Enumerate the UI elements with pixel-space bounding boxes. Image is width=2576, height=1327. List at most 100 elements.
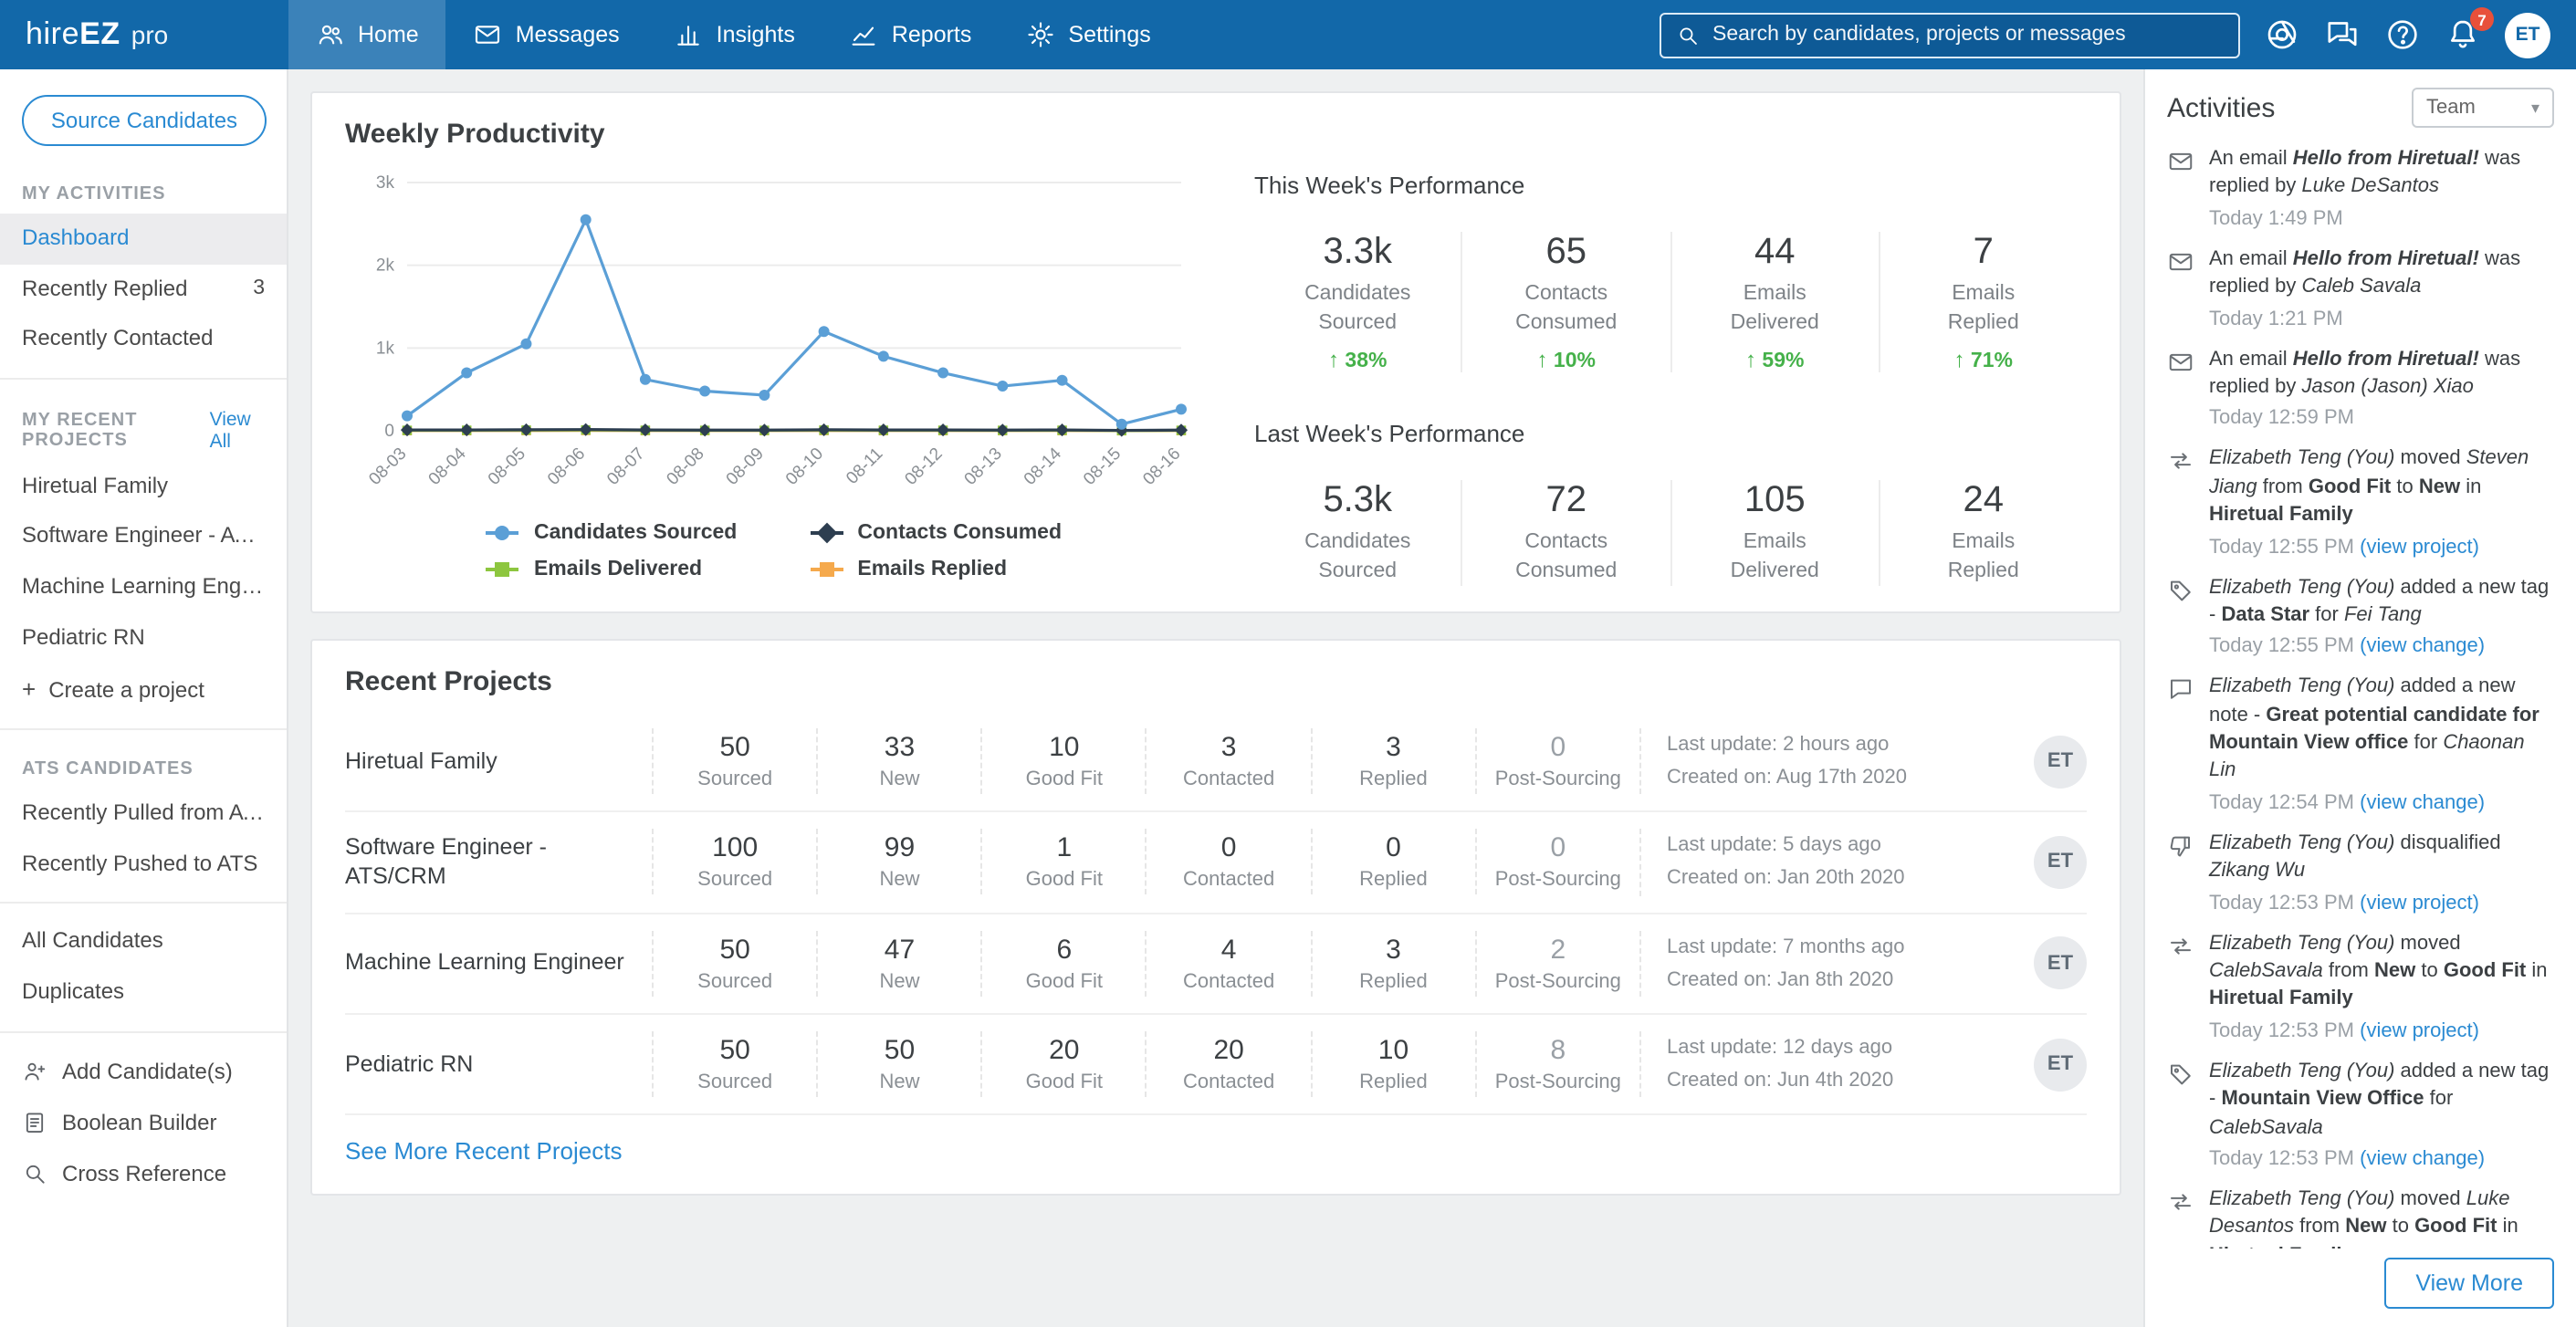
browser-extension-icon[interactable] <box>2264 16 2300 53</box>
stat-value: 50 <box>661 935 809 966</box>
view-more-button[interactable]: View More <box>2384 1258 2554 1309</box>
sidebar-project-pediatric-rn[interactable]: Pediatric RN <box>0 612 287 663</box>
project-name[interactable]: Hiretual Family <box>345 747 652 778</box>
nav-item-home[interactable]: Home <box>288 0 446 69</box>
boolean-builder-button[interactable]: Boolean Builder <box>0 1096 287 1147</box>
project-stat-contacted: 3Contacted <box>1146 728 1310 794</box>
legend-emails-delivered[interactable]: Emails Delivered <box>487 559 737 580</box>
nav-item-reports[interactable]: Reports <box>822 0 1000 69</box>
sidebar-item-all-candidates[interactable]: All Candidates <box>0 917 287 967</box>
project-stat-good-fit: 10Good Fit <box>981 728 1146 794</box>
stat-value: 5.3k <box>1254 480 1461 522</box>
stat-label: New <box>825 870 973 892</box>
sidebar-project-hiretual-family[interactable]: Hiretual Family <box>0 462 287 512</box>
search-input[interactable] <box>1712 24 2224 46</box>
project-name[interactable]: Machine Learning Engineer <box>345 948 652 979</box>
sidebar-item-recently-pushed-to-ats[interactable]: Recently Pushed to ATS <box>0 840 287 890</box>
project-row-machine-learning-engineer[interactable]: Machine Learning Engineer50Sourced47New6… <box>345 914 2087 1015</box>
activity-text: Elizabeth Teng (You) moved Steven Jiang … <box>2209 446 2554 530</box>
notifications-button[interactable]: 7 <box>2445 16 2481 53</box>
last-update: Last update: 2 hours ago <box>1667 728 2014 761</box>
stat-label: ContactsConsumed <box>1463 281 1670 338</box>
stat-label: EmailsReplied <box>1880 529 2088 586</box>
activities-list: An email Hello from Hiretual! was replie… <box>2167 146 2554 1249</box>
svg-text:08-13: 08-13 <box>961 444 1006 489</box>
create-project-button[interactable]: + Create a project <box>0 663 287 716</box>
project-row-pediatric-rn[interactable]: Pediatric RN50Sourced50New20Good Fit20Co… <box>345 1015 2087 1116</box>
project-owner-avatar[interactable]: ET <box>2034 836 2087 889</box>
candidate-links: All CandidatesDuplicates <box>0 917 287 1018</box>
activity-item: Elizabeth Teng (You) added a new tag - M… <box>2167 1059 2554 1170</box>
project-name[interactable]: Pediatric RN <box>345 1049 652 1080</box>
move-icon <box>2167 448 2194 475</box>
legend-emails-replied[interactable]: Emails Replied <box>810 559 1062 580</box>
stat-value: 47 <box>825 935 973 966</box>
project-owner-avatar[interactable]: ET <box>2034 735 2087 788</box>
move-icon <box>2167 932 2194 959</box>
chat-icon[interactable] <box>2324 16 2361 53</box>
stat-value: 0 <box>1484 833 1632 864</box>
help-icon[interactable] <box>2384 16 2421 53</box>
sidebar-item-recently-contacted[interactable]: Recently Contacted <box>0 314 287 364</box>
sidebar-item-label: Dashboard <box>22 225 129 253</box>
stat-value: 7 <box>1880 232 2088 274</box>
logo-text: hire <box>26 16 79 53</box>
project-owner-avatar[interactable]: ET <box>2034 1038 2087 1091</box>
sidebar-project-machine-learning-engineer[interactable]: Machine Learning Engineer <box>0 562 287 612</box>
last-update: Last update: 12 days ago <box>1667 1031 2014 1064</box>
nav-item-insights[interactable]: Insights <box>647 0 822 69</box>
cross-reference-button[interactable]: Cross Reference <box>0 1147 287 1198</box>
activity-text: Elizabeth Teng (You) moved Luke Desantos… <box>2209 1186 2554 1249</box>
activity-link[interactable]: (view project) <box>2360 536 2479 558</box>
sidebar-item-recently-pulled-from-ats[interactable]: Recently Pulled from ATS <box>0 789 287 839</box>
legend-contacts-consumed[interactable]: Contacts Consumed <box>810 522 1062 544</box>
see-more-recent-projects-link[interactable]: See More Recent Projects <box>345 1137 622 1165</box>
activity-link[interactable]: (view project) <box>2360 892 2479 914</box>
nav-item-settings[interactable]: Settings <box>999 0 1178 69</box>
project-row-software-engineer-ats-crm[interactable]: Software Engineer - ATS/CRM100Sourced99N… <box>345 813 2087 914</box>
tool-label: Add Candidate(s) <box>62 1058 233 1083</box>
stat-label: Contacted <box>1155 1071 1303 1093</box>
stat-label: Post-Sourcing <box>1484 971 1632 993</box>
sidebar-item-duplicates[interactable]: Duplicates <box>0 967 287 1018</box>
activity-link[interactable]: (view change) <box>2360 792 2485 814</box>
team-filter-select[interactable]: Team ▾ <box>2412 88 2554 128</box>
activity-link[interactable]: (view change) <box>2360 1148 2485 1170</box>
global-search[interactable] <box>1660 12 2240 57</box>
nav-item-messages[interactable]: Messages <box>446 0 647 69</box>
view-all-link[interactable]: View All <box>210 409 265 453</box>
activity-link[interactable]: (view change) <box>2360 636 2485 658</box>
stat-value: 24 <box>1880 480 2088 522</box>
user-avatar[interactable]: ET <box>2505 12 2550 57</box>
project-stat-new: 33New <box>816 728 980 794</box>
project-stat-sourced: 100Sourced <box>652 830 816 895</box>
stat-label: Post-Sourcing <box>1484 870 1632 892</box>
sidebar-project-software-engineer-ats-c[interactable]: Software Engineer - ATS/C... <box>0 512 287 562</box>
source-candidates-button[interactable]: Source Candidates <box>22 95 267 146</box>
svg-text:08-03: 08-03 <box>365 444 410 489</box>
logo-pro-badge: pro <box>131 20 168 49</box>
app-logo[interactable]: hireEZ pro <box>0 0 288 69</box>
recent-projects-title: Recent Projects <box>345 666 2087 697</box>
project-name[interactable]: Software Engineer - ATS/CRM <box>345 831 652 893</box>
stat-label: EmailsDelivered <box>1671 529 1879 586</box>
activity-timestamp: Today 12:54 PM (view change) <box>2209 792 2554 814</box>
legend-marker <box>487 568 519 571</box>
project-stat-sourced: 50Sourced <box>652 728 816 794</box>
add-candidate-s-button[interactable]: Add Candidate(s) <box>0 1045 287 1096</box>
svg-text:08-04: 08-04 <box>425 444 471 489</box>
project-owner-avatar[interactable]: ET <box>2034 937 2087 990</box>
activity-timestamp: Today 1:21 PM <box>2209 308 2554 329</box>
project-row-hiretual-family[interactable]: Hiretual Family50Sourced33New10Good Fit3… <box>345 712 2087 813</box>
stat-label: CandidatesSourced <box>1254 281 1461 338</box>
tag-icon <box>2167 1061 2194 1088</box>
project-stat-new: 47New <box>816 931 980 997</box>
up-arrow-icon: ↑ <box>1537 347 1548 372</box>
recent-projects-table: Hiretual Family50Sourced33New10Good Fit3… <box>345 712 2087 1115</box>
sidebar-item-recently-replied[interactable]: Recently Replied3 <box>0 264 287 314</box>
divider <box>0 378 287 380</box>
svg-text:1k: 1k <box>376 339 395 358</box>
sidebar-item-dashboard[interactable]: Dashboard <box>0 214 287 264</box>
legend-candidates-sourced[interactable]: Candidates Sourced <box>487 522 737 544</box>
activity-link[interactable]: (view project) <box>2360 1020 2479 1042</box>
